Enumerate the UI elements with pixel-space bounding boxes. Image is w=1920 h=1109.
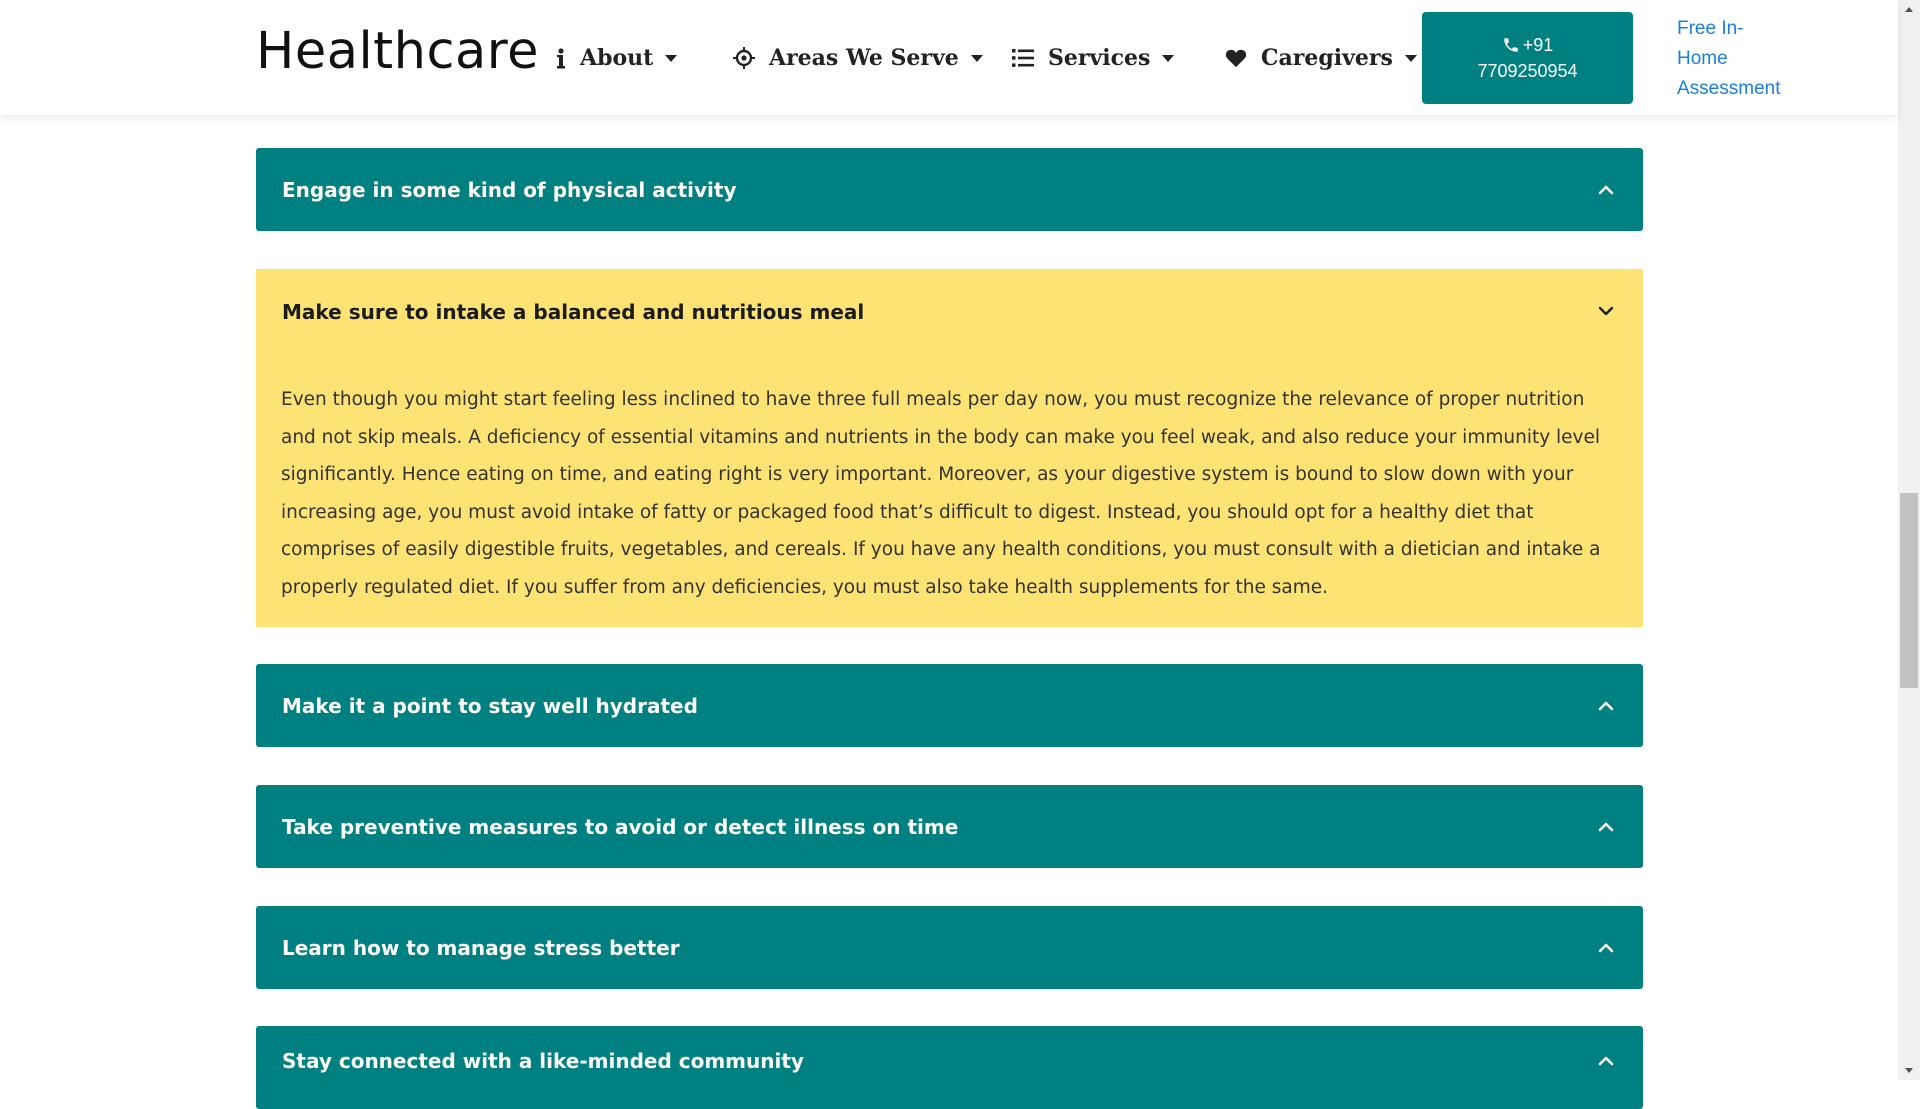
chevron-down-icon <box>1404 54 1417 62</box>
chevron-up-icon <box>1598 822 1614 831</box>
nav-about[interactable]: About <box>556 40 678 76</box>
chevron-up-icon <box>1598 1056 1614 1066</box>
nav-caregivers[interactable]: Caregivers <box>1225 40 1417 76</box>
scrollbar-thumb[interactable] <box>1900 493 1918 688</box>
nav-services-label: Services <box>1048 45 1151 71</box>
accordion-item-hydration[interactable]: Make it a point to stay well hydrated <box>256 664 1643 747</box>
accordion-title: Make it a point to stay well hydrated <box>282 693 698 718</box>
scroll-down-arrow-icon[interactable] <box>1905 1068 1913 1073</box>
heart-icon <box>1225 48 1247 68</box>
chevron-down-icon <box>665 54 678 62</box>
chevron-down-icon <box>1162 54 1175 62</box>
site-header: Healthcare About Areas We Serve Services… <box>0 0 1898 115</box>
nav-caregivers-label: Caregivers <box>1261 45 1393 71</box>
nav-areas-we-serve[interactable]: Areas We Serve <box>733 40 983 76</box>
nav-areas-label: Areas We Serve <box>769 45 959 71</box>
accordion-title: Engage in some kind of physical activity <box>282 177 737 202</box>
crosshair-icon <box>733 47 755 69</box>
page-scrollbar[interactable] <box>1898 0 1920 1080</box>
assessment-link-line2: Home <box>1677 48 1728 69</box>
chevron-up-icon <box>1598 701 1614 710</box>
accordion-item-community[interactable]: Stay connected with a like-minded commun… <box>256 1026 1643 1109</box>
chevron-up-icon <box>1598 943 1614 952</box>
accordion-title: Make sure to intake a balanced and nutri… <box>282 299 865 324</box>
list-icon <box>1012 48 1034 68</box>
accordion-title: Stay connected with a like-minded commun… <box>282 1049 804 1073</box>
call-button-country-code: +91 <box>1522 35 1554 55</box>
assessment-link-line1: Free In- <box>1677 18 1744 39</box>
call-button[interactable]: +91 7709250954 <box>1422 12 1633 104</box>
accordion-item-preventive-measures[interactable]: Take preventive measures to avoid or det… <box>256 785 1643 868</box>
call-button-number: 7709250954 <box>1477 61 1578 81</box>
accordion-header-balanced-meal[interactable]: Make sure to intake a balanced and nutri… <box>256 269 1643 354</box>
phone-icon <box>1502 36 1520 54</box>
accordion-item-physical-activity[interactable]: Engage in some kind of physical activity <box>256 148 1643 231</box>
chevron-down-icon <box>970 54 983 62</box>
assessment-link-line3: Assessment <box>1677 78 1781 99</box>
chevron-up-icon <box>1598 185 1614 194</box>
scroll-up-arrow-icon[interactable] <box>1905 7 1913 12</box>
free-assessment-link[interactable]: Free In- Home Assessment <box>1677 14 1797 104</box>
accordion-item-balanced-meal: Make sure to intake a balanced and nutri… <box>256 269 1643 627</box>
nav-about-label: About <box>580 45 654 71</box>
nav-services[interactable]: Services <box>1012 40 1175 76</box>
chevron-down-icon <box>1598 306 1614 316</box>
accordion-title: Learn how to manage stress better <box>282 935 680 960</box>
accordion-item-manage-stress[interactable]: Learn how to manage stress better <box>256 906 1643 989</box>
info-icon <box>556 47 566 69</box>
accordion-body-text: Even though you might start feeling less… <box>281 389 1601 598</box>
brand-logo-text[interactable]: Healthcare <box>256 22 539 81</box>
accordion-title: Take preventive measures to avoid or det… <box>282 814 959 839</box>
